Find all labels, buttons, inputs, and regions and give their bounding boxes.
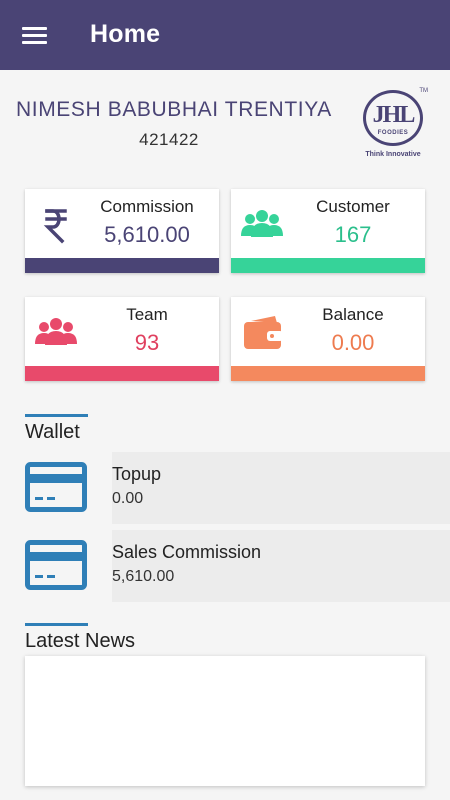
card-value: 167 [334,222,372,247]
card-label: Balance [322,305,384,324]
logo-trademark: TM [419,88,428,94]
row-background [112,530,450,602]
card-accent-bar [25,258,219,273]
wallet-item-value: 5,610.00 [112,568,175,585]
card-label: Team [126,305,168,324]
card-label: Customer [316,197,390,216]
section-divider [25,414,88,417]
company-logo: JHL FOODIES TM Think Innovative [358,88,428,166]
menu-icon-bar [22,27,47,30]
customer-card[interactable]: Customer 167 [231,189,425,273]
commission-card[interactable]: Commission 5,610.00 [25,189,219,273]
logo-sub: FOODIES [377,130,409,136]
news-content-box[interactable] [25,656,425,786]
news-section-title: Latest News [25,630,136,652]
card-accent-bar [25,366,219,381]
wallet-item-topup[interactable]: Topup 0.00 [0,452,450,524]
card-value: 5,610.00 [104,222,190,247]
credit-card-icon [25,540,87,590]
menu-button[interactable] [22,24,48,46]
users-icon [241,210,283,237]
section-divider [25,623,88,626]
menu-icon-bar [22,34,47,37]
logo-tagline: Think Innovative [365,151,421,158]
rupee-icon [43,209,67,244]
wallet-icon [244,316,283,349]
wallet-section-title: Wallet [25,421,80,443]
card-value: 93 [134,330,160,355]
logo-mark: JHL [372,102,416,128]
user-id: 421422 [139,130,199,149]
wallet-item-sales-commission[interactable]: Sales Commission 5,610.00 [0,530,450,602]
user-name: NIMESH BABUBHAI TRENTIYA [16,98,332,121]
card-value: 0.00 [331,330,375,355]
wallet-item-title: Topup [112,464,162,484]
app-bar: Home [0,0,450,70]
card-label: Commission [100,197,194,216]
wallet-item-title: Sales Commission [112,542,262,562]
card-accent-bar [231,258,425,273]
page-title: Home [90,20,161,48]
team-card[interactable]: Team 93 [25,297,219,381]
balance-card[interactable]: Balance 0.00 [231,297,425,381]
credit-card-icon [25,462,87,512]
card-accent-bar [231,366,425,381]
team-icon [35,318,77,345]
wallet-item-value: 0.00 [112,490,144,507]
row-background [112,452,450,524]
menu-icon-bar [22,41,47,44]
logo-circle: JHL FOODIES [363,90,423,146]
